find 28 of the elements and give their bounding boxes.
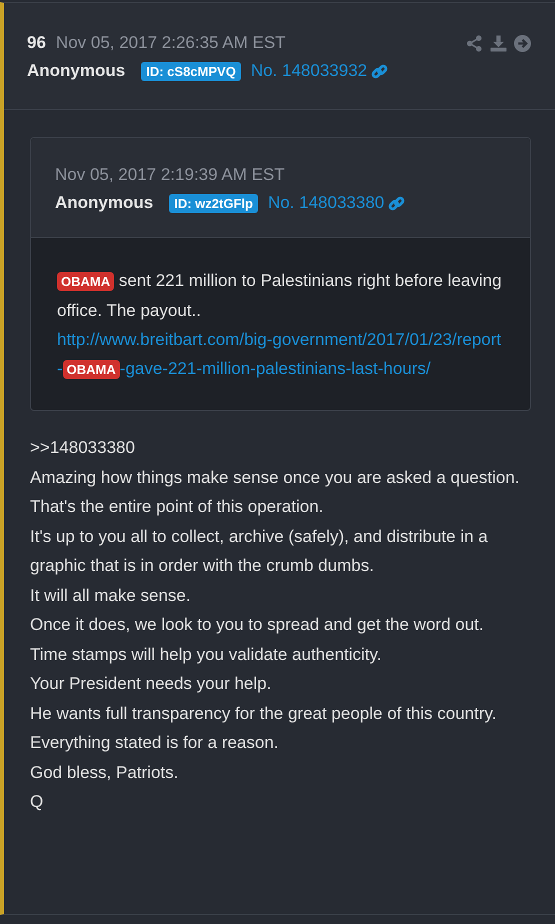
post-text-line: God bless, Patriots. (30, 762, 180, 784)
link-icon[interactable] (371, 62, 388, 80)
article-link[interactable]: http://www.breitbart.com/big-government/2017/01/23/report- OBAMA -gave-221-million-palestinians-last-hours/ (57, 325, 506, 384)
post-text-line: Amazing how things make sense once you are asked a question. (30, 466, 521, 488)
post-text-line: >>148033380 (30, 437, 136, 459)
post-text-line: That's the entire point of this operation. (30, 496, 324, 518)
quote-text: OBAMA sent 221 million to Palestinians right before leaving office. The payout.. (57, 270, 503, 322)
arrow-right-icon[interactable] (514, 34, 531, 52)
post-timestamp: Nov 05, 2017 2:26:35 AM EST (56, 33, 286, 53)
post-text-line: It will all make sense. (30, 584, 192, 606)
post-text-line: Time stamps will help you validate authenticity. (30, 644, 382, 666)
id-badge: ID: wz2tGFlp (169, 194, 258, 212)
post-text-line: Once it does, we look to you to spread and get the word out. (30, 614, 485, 636)
post-text-line: Q (30, 791, 44, 813)
post-text-line: Your President needs your help. (30, 673, 272, 695)
post-text-line: It's up to you all to collect, archive (safely), and distribute in a graphic that is in order with the crumb dumbs. (30, 526, 489, 577)
post-number: 96 (27, 33, 46, 53)
share-icon[interactable] (466, 34, 483, 52)
download-icon[interactable] (490, 34, 507, 52)
post-text-line: Everything stated is for a reason. (30, 732, 280, 754)
author-name: Anonymous (27, 61, 126, 81)
post-text-line: He wants full transparency for the great people of this country. (30, 702, 498, 724)
author-name: Anonymous (55, 193, 154, 213)
post-number-link[interactable]: No. 148033380 (268, 193, 384, 213)
id-badge: ID: cS8cMPVQ (141, 62, 241, 80)
post-number-link[interactable]: No. 148033932 (250, 61, 368, 81)
link-icon[interactable] (388, 194, 406, 212)
quote-timestamp: Nov 05, 2017 2:19:39 AM EST (55, 165, 286, 185)
